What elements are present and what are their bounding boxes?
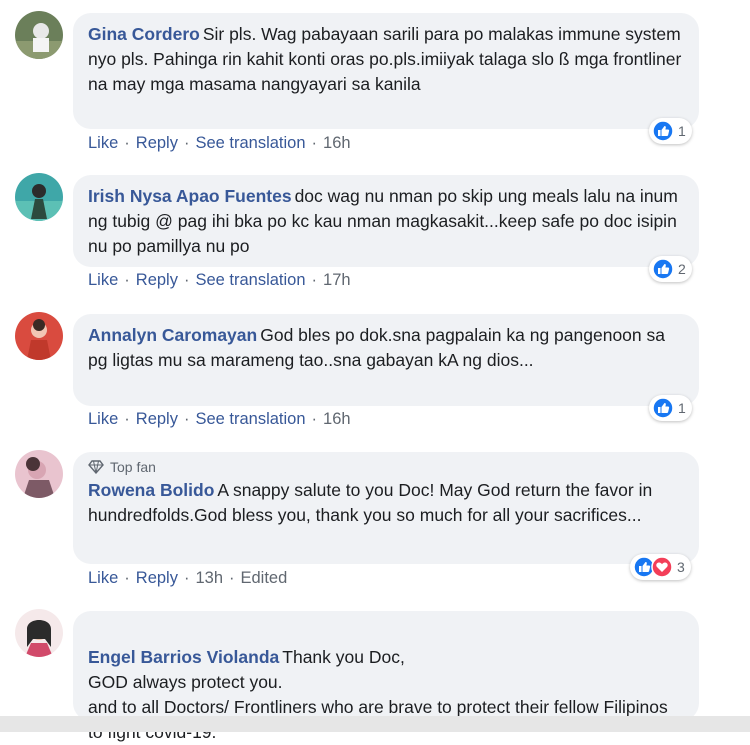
separator-dot: · — [311, 410, 318, 428]
comment-bubble: Top fan Rowena Bolido A snappy salute to … — [73, 452, 699, 564]
diamond-icon — [88, 460, 104, 474]
like-link[interactable]: Like — [88, 134, 118, 153]
comment-author[interactable]: Gina Cordero — [88, 24, 200, 44]
separator-dot: · — [311, 134, 318, 152]
reaction-count: 1 — [678, 400, 686, 416]
reaction-summary[interactable]: 2 — [649, 256, 692, 282]
separator-dot: · — [124, 271, 130, 289]
see-translation-link[interactable]: See translation — [195, 410, 305, 429]
top-fan-badge: Top fan — [88, 458, 685, 476]
reaction-summary[interactable]: 1 — [649, 118, 692, 144]
separator-dot: · — [124, 134, 130, 152]
comment-timestamp[interactable]: 16h — [323, 134, 351, 153]
comment-bubble: Annalyn Caromayan God bles po dok.sna pag… — [73, 314, 699, 406]
avatar[interactable] — [15, 450, 63, 498]
separator-dot: · — [183, 271, 190, 289]
scroll-footer — [0, 716, 750, 732]
like-link[interactable]: Like — [88, 271, 118, 290]
thumbs-up-icon — [652, 258, 674, 280]
like-link[interactable]: Like — [88, 410, 118, 429]
separator-dot: · — [124, 569, 130, 587]
comment-author[interactable]: Engel Barrios Violanda — [88, 647, 279, 667]
reply-link[interactable]: Reply — [136, 569, 178, 588]
avatar[interactable] — [15, 312, 63, 360]
separator-dot: · — [229, 569, 235, 587]
comment-author[interactable]: Annalyn Caromayan — [88, 325, 257, 345]
separator-dot: · — [311, 271, 318, 289]
comment-bubble: Irish Nysa Apao Fuentes doc wag nu nman p… — [73, 175, 699, 267]
see-translation-link[interactable]: See translation — [195, 134, 305, 153]
separator-dot: · — [183, 410, 190, 428]
see-translation-link[interactable]: See translation — [195, 271, 305, 290]
reaction-count: 1 — [678, 123, 686, 139]
separator-dot: · — [183, 569, 190, 587]
reaction-count: 3 — [677, 559, 685, 575]
reply-link[interactable]: Reply — [136, 134, 178, 153]
comment-bubble: Gina Cordero Sir pls. Wag pabayaan sarili… — [73, 13, 699, 129]
top-fan-label: Top fan — [110, 459, 156, 475]
comment-actions: Like · Reply · 13h · Edited — [88, 569, 287, 588]
separator-dot: · — [183, 134, 190, 152]
comment-actions: Like · Reply · See translation · 17h — [88, 271, 351, 290]
reaction-count: 2 — [678, 261, 686, 277]
thumbs-up-icon — [652, 397, 674, 419]
avatar[interactable] — [15, 609, 63, 657]
separator-dot: · — [124, 410, 130, 428]
reaction-summary[interactable]: 3 — [630, 554, 691, 580]
reply-link[interactable]: Reply — [136, 410, 178, 429]
comment-actions: Like · Reply · See translation · 16h — [88, 410, 351, 429]
comment-author[interactable]: Irish Nysa Apao Fuentes — [88, 186, 292, 206]
comment-timestamp[interactable]: 16h — [323, 410, 351, 429]
heart-icon — [651, 556, 673, 578]
comment-timestamp[interactable]: 13h — [195, 569, 223, 588]
edited-label[interactable]: Edited — [241, 569, 288, 588]
comment-timestamp[interactable]: 17h — [323, 271, 351, 290]
reaction-summary[interactable]: 1 — [649, 395, 692, 421]
like-link[interactable]: Like — [88, 569, 118, 588]
thumbs-up-icon — [652, 120, 674, 142]
avatar[interactable] — [15, 11, 63, 59]
comment-actions: Like · Reply · See translation · 16h — [88, 134, 351, 153]
comment-author[interactable]: Rowena Bolido — [88, 480, 214, 500]
comment-bubble: Engel Barrios Violanda Thank you Doc, GOD… — [73, 611, 699, 742]
reply-link[interactable]: Reply — [136, 271, 178, 290]
avatar[interactable] — [15, 173, 63, 221]
